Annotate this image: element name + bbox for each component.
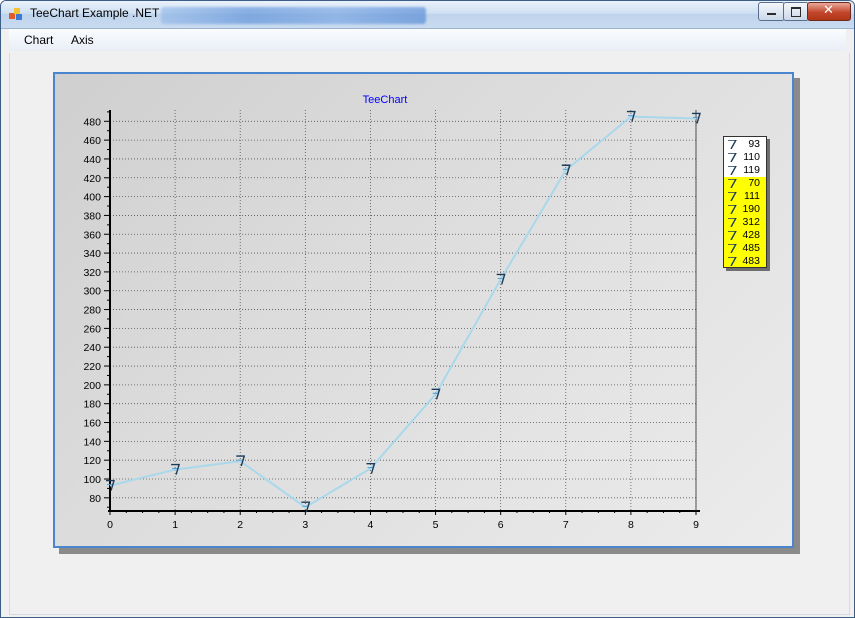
legend-value: 312 xyxy=(742,216,760,228)
y-tick-label: 180 xyxy=(83,399,101,411)
legend-marker-icon xyxy=(728,244,737,253)
y-tick-label: 220 xyxy=(83,361,101,373)
x-tick-label: 1 xyxy=(172,519,178,531)
legend-marker-icon xyxy=(728,205,737,214)
y-tick-label: 80 xyxy=(89,493,101,505)
legend-value: 485 xyxy=(742,242,760,254)
y-tick-label: 300 xyxy=(83,286,101,298)
legend-value: 119 xyxy=(743,164,760,176)
y-tick-label: 400 xyxy=(83,192,101,204)
legend-entry: 483 xyxy=(724,255,766,268)
x-tick-label: 8 xyxy=(628,519,634,531)
legend-entry: 111 xyxy=(724,190,766,203)
y-tick-label: 380 xyxy=(83,210,101,222)
legend-marker-icon xyxy=(728,257,737,266)
legend-marker-icon xyxy=(728,231,737,240)
legend-entry: 428 xyxy=(724,229,766,242)
y-tick-label: 120 xyxy=(83,455,101,467)
legend-marker-icon xyxy=(728,140,737,149)
y-tick-label: 440 xyxy=(83,154,101,166)
x-tick-label: 0 xyxy=(107,519,113,531)
y-tick-label: 200 xyxy=(83,380,101,392)
legend-entry: 312 xyxy=(724,216,766,229)
y-tick-label: 100 xyxy=(83,474,101,486)
legend-entry: 485 xyxy=(724,242,766,255)
legend-marker-icon xyxy=(728,153,737,162)
legend-marker-icon xyxy=(728,218,737,227)
series-line xyxy=(109,115,697,509)
legend-entry: 190 xyxy=(724,203,766,216)
x-tick-label: 2 xyxy=(237,519,243,531)
chart-legend: 93 110 119 70 111 190 312 428 485 483 xyxy=(723,136,767,268)
legend-value: 483 xyxy=(742,255,760,267)
y-tick-label: 160 xyxy=(83,418,101,430)
legend-entry: 119 xyxy=(724,164,766,177)
y-tick-label: 240 xyxy=(83,342,101,354)
legend-value: 111 xyxy=(744,190,760,202)
y-tick-label: 480 xyxy=(83,116,101,128)
legend-marker-icon xyxy=(728,192,737,201)
x-tick-label: 3 xyxy=(302,519,308,531)
legend-marker-icon xyxy=(728,166,737,175)
legend-value: 93 xyxy=(748,138,760,150)
legend-entry: 70 xyxy=(724,177,766,190)
x-tick-label: 9 xyxy=(693,519,699,531)
y-tick-label: 420 xyxy=(83,173,101,185)
legend-entry: 110 xyxy=(724,151,766,164)
legend-marker-icon xyxy=(728,179,737,188)
chart-svg: TeeChart 8010012014016018020022024026028… xyxy=(83,94,701,531)
y-tick-label: 460 xyxy=(83,135,101,147)
y-tick-label: 280 xyxy=(83,305,101,317)
y-tick-label: 360 xyxy=(83,229,101,241)
y-tick-label: 260 xyxy=(83,323,101,335)
x-tick-label: 6 xyxy=(498,519,504,531)
x-tick-label: 7 xyxy=(563,519,569,531)
x-tick-label: 4 xyxy=(368,519,374,531)
legend-value: 190 xyxy=(742,203,760,215)
legend-value: 70 xyxy=(748,177,760,189)
y-tick-label: 340 xyxy=(83,248,101,260)
legend-value: 428 xyxy=(742,229,760,241)
chart-title: TeeChart xyxy=(363,94,408,106)
legend-entry: 93 xyxy=(724,138,766,151)
legend-value: 110 xyxy=(743,151,760,163)
x-tick-label: 5 xyxy=(433,519,439,531)
y-tick-label: 320 xyxy=(83,267,101,279)
y-tick-label: 140 xyxy=(83,436,101,448)
